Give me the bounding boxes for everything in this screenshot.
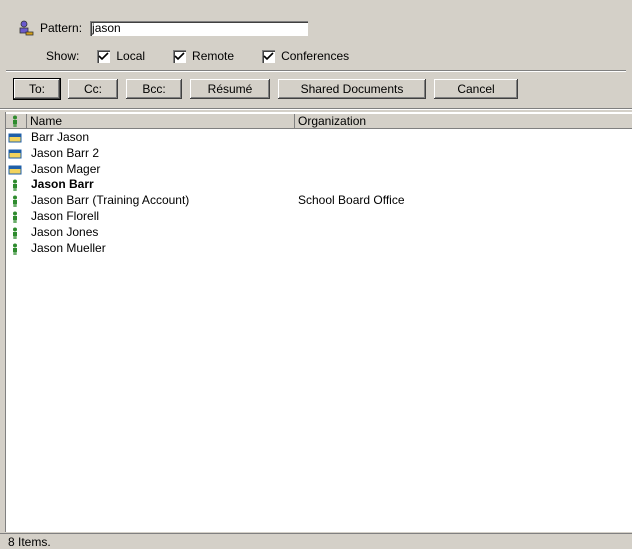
person-icon[interactable] <box>8 115 22 127</box>
show-label: Show: <box>46 49 80 63</box>
remote-checkbox-label: Remote <box>192 49 235 63</box>
column-header-name[interactable]: Name <box>26 114 62 128</box>
conferences-checkbox-label: Conferences <box>281 49 350 63</box>
list-item-name: Jason Jones <box>31 224 99 239</box>
list-item[interactable]: Jason Jones <box>6 225 632 241</box>
person-icon <box>13 179 17 192</box>
list-item[interactable]: Jason Mager <box>6 162 632 178</box>
list-item-name: Barr Jason <box>31 130 90 144</box>
person-search-icon <box>19 20 34 36</box>
checkbox-box[interactable] <box>173 49 187 63</box>
to-button[interactable]: To: <box>14 79 60 99</box>
list-item-organization: School Board Office <box>298 193 405 208</box>
list-item-name: Jason Barr <box>31 177 94 192</box>
list-item-name: Jason Florell <box>31 208 100 223</box>
checkmark-icon <box>263 51 274 60</box>
shared-documents-button[interactable]: Shared Documents <box>278 79 426 99</box>
search-panel: Pattern: Show: Local Remote Conferences … <box>0 0 632 112</box>
list-item-name: Jason Barr (Training Account) <box>31 193 190 208</box>
cancel-button[interactable]: Cancel <box>434 79 518 99</box>
list-item[interactable]: Barr Jason <box>6 130 632 146</box>
resume-button[interactable]: Résumé <box>190 79 270 99</box>
list-item[interactable]: Jason Mueller <box>6 241 632 257</box>
cc-button[interactable]: Cc: <box>68 79 118 99</box>
person-icon <box>13 195 17 208</box>
checkmark-icon <box>174 51 185 60</box>
pattern-row: Pattern: <box>18 18 309 38</box>
status-text: 8 Items. <box>8 535 51 549</box>
divider <box>0 108 632 110</box>
column-header-organization[interactable]: Organization <box>294 114 366 128</box>
person-icon <box>13 227 17 239</box>
show-row: Show: Local Remote Conferences <box>46 46 377 66</box>
status-bar: 8 Items. <box>0 533 632 549</box>
checkbox-box[interactable] <box>262 49 276 63</box>
list-item[interactable]: Jason Barr 2 <box>6 146 632 162</box>
group-card-icon <box>8 165 22 175</box>
list-item-name: Jason Barr 2 <box>31 145 100 160</box>
group-card-icon <box>8 133 22 143</box>
local-checkbox[interactable]: Local <box>97 49 145 63</box>
checkmark-icon <box>98 51 109 60</box>
list-header: Name Organization <box>6 114 632 129</box>
list-item[interactable]: Jason Barr (Training Account) School Boa… <box>6 193 632 209</box>
pattern-label: Pattern: <box>40 21 83 35</box>
divider <box>6 70 626 72</box>
pattern-input[interactable] <box>90 20 309 36</box>
conferences-checkbox[interactable]: Conferences <box>262 49 349 63</box>
action-buttons: To: Cc: Bcc: Résumé Shared Documents Can… <box>14 79 526 101</box>
person-icon <box>13 211 17 223</box>
person-icon <box>13 243 17 255</box>
bcc-button[interactable]: Bcc: <box>126 79 182 99</box>
list-item[interactable]: Jason Florell <box>6 209 632 225</box>
list-item[interactable]: Jason Barr <box>6 177 632 193</box>
remote-checkbox[interactable]: Remote <box>173 49 234 63</box>
local-checkbox-label: Local <box>116 49 146 63</box>
list-rows: Barr Jason Jason Barr 2 Jason Mager Jaso… <box>6 130 632 256</box>
checkbox-box[interactable] <box>97 49 111 63</box>
group-card-icon <box>8 149 22 159</box>
list-item-name: Jason Mager <box>31 161 101 176</box>
results-list[interactable]: Name Organization Barr Jason Jason Barr … <box>5 112 632 532</box>
list-item-name: Jason Mueller <box>31 240 106 255</box>
